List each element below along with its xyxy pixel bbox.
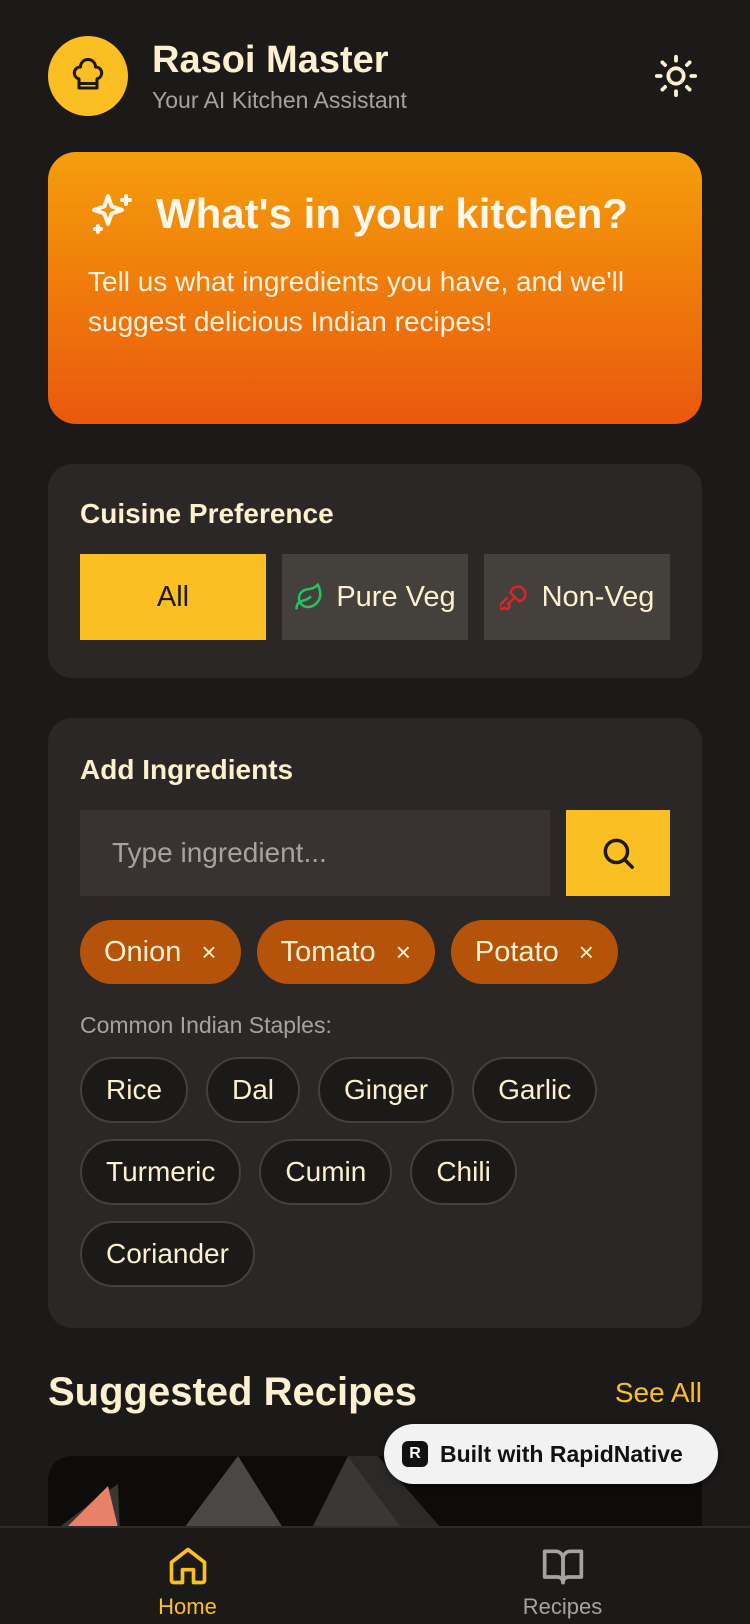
home-icon <box>169 1547 206 1585</box>
cuisine-option-label: Non-Veg <box>541 580 655 613</box>
app-title: Rasoi Master <box>152 38 389 81</box>
tab-label: Home <box>158 1594 217 1619</box>
cuisine-option-pure-veg[interactable]: Pure Veg <box>282 554 468 640</box>
theme-toggle-button[interactable] <box>650 50 702 102</box>
search-icon <box>603 838 634 869</box>
cuisine-option-label: Pure Veg <box>336 580 456 613</box>
remove-ingredient-button[interactable]: × <box>579 937 594 968</box>
chef-hat-icon <box>48 36 128 116</box>
badge-text: Built with RapidNative <box>440 1440 683 1467</box>
ingredient-input[interactable] <box>80 810 550 896</box>
add-ingredients-card: Add Ingredients Onion × Tomato × Potato … <box>48 718 702 1328</box>
book-open-icon <box>542 1549 583 1585</box>
cuisine-options: All Pure Veg Non-Veg <box>80 554 670 640</box>
see-all-link[interactable]: See All <box>615 1377 702 1409</box>
suggested-recipes-header: Suggested Recipes See All <box>48 1370 702 1415</box>
ingredient-chip-label: Potato <box>474 935 559 968</box>
ingredient-chip: Onion × <box>80 920 241 984</box>
tab-label: Recipes <box>522 1594 603 1619</box>
staples-label: Common Indian Staples: <box>80 1012 332 1038</box>
ingredient-chip-label: Onion <box>104 935 182 968</box>
drumstick-icon <box>499 585 527 611</box>
staple-chip-dal[interactable]: Dal <box>206 1057 301 1123</box>
built-with-badge[interactable]: R Built with RapidNative <box>384 1424 718 1484</box>
search-button[interactable] <box>566 810 670 896</box>
selected-ingredients: Onion × Tomato × Potato × <box>80 920 670 984</box>
tab-home[interactable]: Home <box>0 1528 375 1624</box>
rapidnative-logo: R <box>402 1441 428 1467</box>
hero-banner: What's in your kitchen? Tell us what ing… <box>48 152 702 424</box>
cuisine-option-all[interactable]: All <box>80 554 266 640</box>
app-subtitle: Your AI Kitchen Assistant <box>152 86 407 113</box>
staple-chip-turmeric[interactable]: Turmeric <box>80 1139 242 1205</box>
ingredient-chip: Potato × <box>450 920 618 984</box>
staple-chip-garlic[interactable]: Garlic <box>472 1057 598 1123</box>
staple-chip-ginger[interactable]: Ginger <box>318 1057 455 1123</box>
sun-icon <box>654 54 698 98</box>
staple-chip-coriander[interactable]: Coriander <box>80 1221 255 1287</box>
staples-list: Rice Dal Ginger Garlic Turmeric Cumin Ch… <box>80 1057 600 1287</box>
hero-title: What's in your kitchen? <box>156 190 629 237</box>
cuisine-preference-card: Cuisine Preference All Pure Veg Non-Veg <box>48 464 702 678</box>
staple-chip-rice[interactable]: Rice <box>80 1057 189 1123</box>
staple-chip-chili[interactable]: Chili <box>410 1139 517 1205</box>
bottom-tab-bar: Home Recipes <box>0 1526 750 1624</box>
cuisine-option-non-veg[interactable]: Non-Veg <box>484 554 670 640</box>
remove-ingredient-button[interactable]: × <box>201 937 216 968</box>
ingredients-title: Add Ingredients <box>80 754 294 785</box>
remove-ingredient-button[interactable]: × <box>396 937 411 968</box>
cuisine-title: Cuisine Preference <box>80 498 334 529</box>
leaf-icon <box>295 583 322 610</box>
staple-chip-cumin[interactable]: Cumin <box>259 1139 393 1205</box>
section-title: Suggested Recipes <box>48 1370 418 1414</box>
ingredient-chip-label: Tomato <box>280 935 376 968</box>
app-header: Rasoi Master Your AI Kitchen Assistant <box>48 36 702 116</box>
hero-description: Tell us what ingredients you have, and w… <box>88 266 625 337</box>
ingredient-chip: Tomato × <box>256 920 435 984</box>
sparkles-icon <box>92 194 132 234</box>
cuisine-option-label: All <box>156 580 190 613</box>
tab-recipes[interactable]: Recipes <box>375 1528 750 1624</box>
